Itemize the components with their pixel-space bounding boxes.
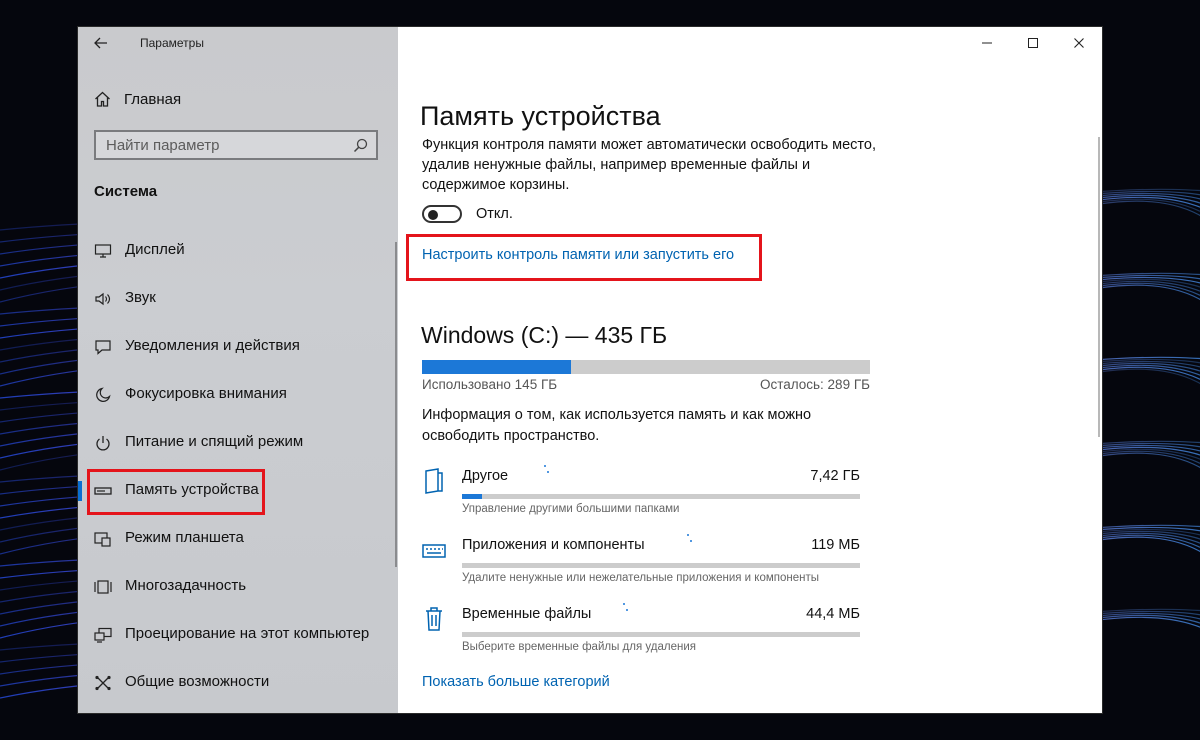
section-label: Система <box>94 183 158 200</box>
back-button[interactable] <box>90 33 112 53</box>
storage-sense-toggle-row: Откл. <box>422 205 513 223</box>
sidebar-item-label: Режим планшета <box>125 529 244 546</box>
maximize-icon <box>1028 38 1038 48</box>
sidebar-item-label: Питание и спящий режим <box>125 433 304 450</box>
sidebar-item-label: Многозадачность <box>125 577 247 594</box>
sidebar-item-label: Фокусировка внимания <box>125 385 287 402</box>
window-controls <box>964 27 1102 59</box>
category-temp-files[interactable]: Временные файлы 44,4 МБ Выберите временн… <box>422 603 862 665</box>
search-icon[interactable] <box>353 138 368 153</box>
sidebar-item-power[interactable]: Питание и спящий режим <box>78 419 398 467</box>
app-title: Параметры <box>140 36 204 50</box>
projection-icon <box>94 627 112 643</box>
category-usage-fill <box>462 494 482 499</box>
loading-spinner-icon <box>684 534 694 544</box>
sidebar-item-label: Уведомления и действия <box>125 337 300 354</box>
minimize-button[interactable] <box>964 27 1010 59</box>
loading-spinner-icon <box>540 465 550 475</box>
category-description: Удалите ненужные или нежелательные прило… <box>462 572 820 584</box>
sidebar-scrollbar[interactable] <box>395 242 397 567</box>
category-usage-bar <box>462 494 860 499</box>
moon-icon <box>96 387 111 402</box>
sidebar-item-storage[interactable]: Память устройства <box>78 467 398 515</box>
home-label: Главная <box>124 90 182 108</box>
close-button[interactable] <box>1056 27 1102 59</box>
sidebar-item-label: Общие возможности <box>125 673 270 690</box>
storage-info-text: Информация о том, как используется памят… <box>422 407 812 444</box>
loading-spinner-icon <box>620 603 630 613</box>
notification-icon <box>95 340 111 355</box>
sidebar-item-label: Проецирование на этот компьютер <box>125 625 370 642</box>
drive-usage-fill <box>422 360 572 374</box>
tablet-icon <box>94 532 111 547</box>
title-bar: Параметры <box>78 27 398 59</box>
back-arrow-icon <box>94 37 107 49</box>
sidebar-item-label: Звук <box>125 289 156 306</box>
sidebar-nav: Дисплей Звук Уведомления и действия Фоку… <box>78 227 398 707</box>
sidebar-item-sound[interactable]: Звук <box>78 275 398 323</box>
drive-used-label: Использовано 145 ГБ <box>422 377 558 392</box>
display-icon <box>94 244 112 258</box>
speaker-icon <box>95 292 111 306</box>
minimize-icon <box>982 42 992 44</box>
show-more-categories-link[interactable]: Показать больше категорий <box>422 674 610 690</box>
category-description: Выберите временные файлы для удаления <box>462 641 696 653</box>
toggle-state-label: Откл. <box>476 206 513 222</box>
category-size: 119 МБ <box>811 537 860 553</box>
category-other[interactable]: Другое 7,42 ГБ Управление другими больши… <box>422 465 862 527</box>
category-usage-bar <box>462 563 860 568</box>
category-apps[interactable]: Приложения и компоненты 119 МБ Удалите н… <box>422 534 862 596</box>
category-name: Приложения и компоненты <box>462 537 645 553</box>
drive-title: Windows (C:) — 435 ГБ <box>421 322 668 348</box>
home-icon <box>95 91 110 107</box>
drive-free-label: Осталось: 289 ГБ <box>759 377 870 392</box>
close-icon <box>1074 38 1084 48</box>
category-description: Управление другими большими папками <box>462 503 680 515</box>
sidebar-item-label: Дисплей <box>125 241 185 258</box>
settings-window: Параметры Главная Система Дисплей Звук У… <box>78 27 1102 713</box>
category-name: Временные файлы <box>462 606 592 622</box>
maximize-button[interactable] <box>1010 27 1056 59</box>
sidebar-item-label: Память устройства <box>125 481 259 498</box>
toggle-knob <box>428 210 438 220</box>
power-icon <box>96 436 110 451</box>
category-usage-bar <box>462 632 860 637</box>
configure-storage-sense-link[interactable]: Настроить контроль памяти или запустить … <box>422 247 734 263</box>
page-title: Память устройства <box>420 101 661 132</box>
main-content: Память устройства Функция контроля памят… <box>398 27 1102 713</box>
sidebar-item-home[interactable]: Главная <box>94 87 181 111</box>
sidebar-item-focus[interactable]: Фокусировка внимания <box>78 371 398 419</box>
category-size: 44,4 МБ <box>806 606 860 622</box>
storage-sense-toggle[interactable] <box>422 205 462 223</box>
sidebar-item-shared[interactable]: Общие возможности <box>78 659 398 707</box>
folder-icon <box>425 468 443 494</box>
storage-icon <box>94 487 112 495</box>
sidebar-item-notifications[interactable]: Уведомления и действия <box>78 323 398 371</box>
shared-icon <box>95 675 111 691</box>
main-scrollbar[interactable] <box>1098 137 1100 437</box>
sidebar-item-projection[interactable]: Проецирование на этот компьютер <box>78 611 398 659</box>
search-box[interactable] <box>94 130 378 160</box>
trash-icon <box>426 607 442 631</box>
keyboard-icon <box>422 544 446 558</box>
search-input[interactable] <box>96 135 348 155</box>
category-size: 7,42 ГБ <box>810 468 860 484</box>
drive-usage-bar <box>422 360 870 374</box>
category-name: Другое <box>462 468 509 484</box>
storage-sense-description: Функция контроля памяти может автоматиче… <box>422 137 877 193</box>
multitask-icon <box>94 580 112 594</box>
sidebar: Параметры Главная Система Дисплей Звук У… <box>78 27 398 713</box>
sidebar-item-multitasking[interactable]: Многозадачность <box>78 563 398 611</box>
sidebar-item-display[interactable]: Дисплей <box>78 227 398 275</box>
sidebar-item-tablet[interactable]: Режим планшета <box>78 515 398 563</box>
